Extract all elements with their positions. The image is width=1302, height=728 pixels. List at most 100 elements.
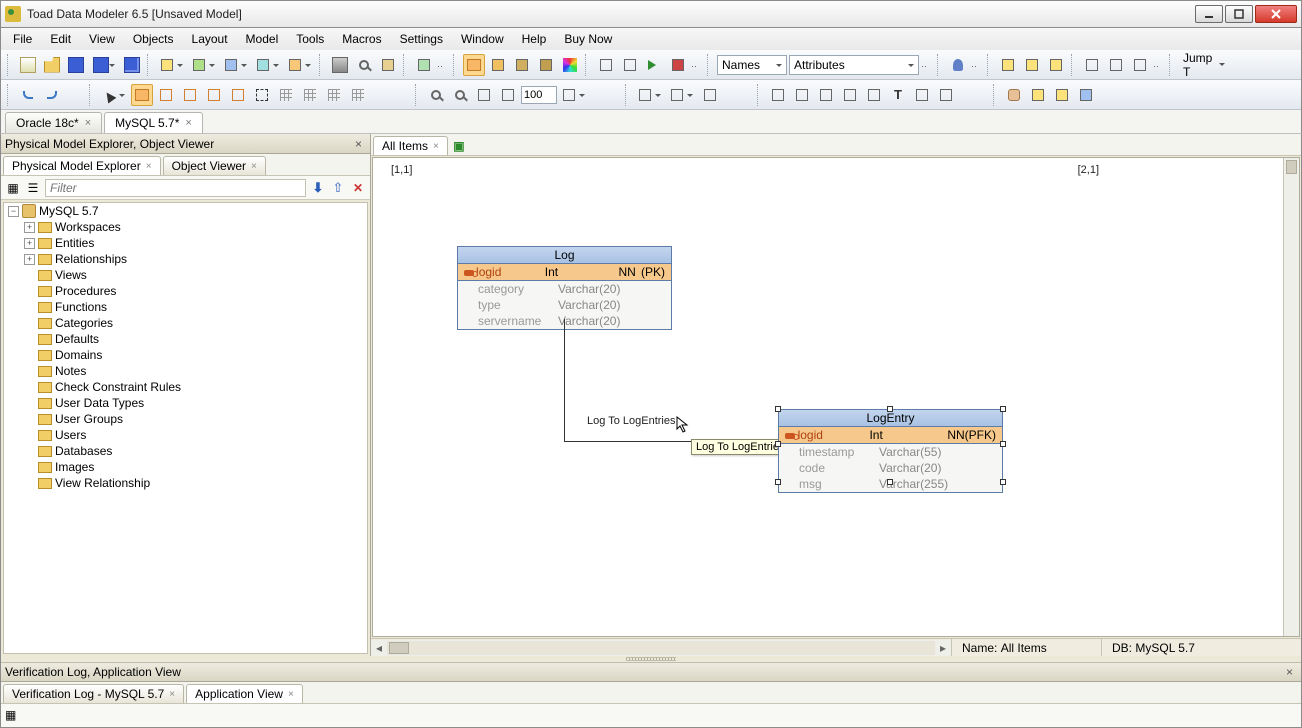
pointer-tool-icon[interactable] (99, 84, 129, 106)
tree-item[interactable]: + Entities (4, 235, 367, 251)
square3-icon[interactable] (1129, 54, 1151, 76)
overflow5-icon[interactable]: ·· (1153, 59, 1165, 71)
shape3-icon[interactable] (815, 84, 837, 106)
filter-input[interactable] (45, 179, 306, 197)
square2-icon[interactable] (1105, 54, 1127, 76)
shape7-icon[interactable] (935, 84, 957, 106)
grip2[interactable] (7, 84, 13, 106)
overflow3-icon[interactable]: ·· (921, 59, 933, 71)
tree-item[interactable]: Defaults (4, 331, 367, 347)
tab-verification-log[interactable]: Verification Log - MySQL 5.7 × (3, 684, 184, 703)
maximize-button[interactable] (1225, 5, 1253, 23)
align2-icon[interactable] (323, 84, 345, 106)
menu-model[interactable]: Model (238, 30, 287, 48)
find-icon[interactable] (353, 54, 375, 76)
win1-icon[interactable] (1027, 84, 1049, 106)
menu-window[interactable]: Window (453, 30, 512, 48)
tree-item[interactable]: Functions (4, 299, 367, 315)
link2-icon[interactable] (179, 84, 201, 106)
menu-help[interactable]: Help (514, 30, 555, 48)
resize-handle[interactable] (1000, 441, 1006, 447)
save-dropdown-icon[interactable] (89, 54, 119, 76)
jump-combo[interactable]: Jump T (1179, 55, 1229, 75)
menu-file[interactable]: File (5, 30, 40, 48)
dashsel-icon[interactable] (251, 84, 273, 106)
shape1-icon[interactable] (767, 84, 789, 106)
text-tool-icon[interactable]: T (887, 84, 909, 106)
tree-item[interactable]: + Relationships (4, 251, 367, 267)
entity-tool-icon[interactable] (463, 54, 485, 76)
tool-addblue-icon[interactable] (221, 54, 251, 76)
close-icon[interactable]: × (251, 161, 257, 172)
tree-root[interactable]: − MySQL 5.7 (4, 203, 367, 219)
align1-icon[interactable] (299, 84, 321, 106)
pan-icon[interactable] (1003, 84, 1025, 106)
tree-item[interactable]: Images (4, 459, 367, 475)
tab-model-explorer[interactable]: Physical Model Explorer × (3, 156, 161, 175)
link3-icon[interactable] (203, 84, 225, 106)
user-icon[interactable] (947, 54, 969, 76)
menu-layout[interactable]: Layout (184, 30, 236, 48)
tree-item[interactable]: Views (4, 267, 367, 283)
overflow-icon[interactable]: ·· (437, 59, 449, 71)
overflow2-icon[interactable]: ·· (691, 59, 703, 71)
resize-handle[interactable] (887, 406, 893, 412)
resize-handle[interactable] (775, 479, 781, 485)
menu-macros[interactable]: Macros (334, 30, 389, 48)
vertical-scrollbar[interactable] (1283, 158, 1299, 636)
resize-handle[interactable] (1000, 406, 1006, 412)
tool-addcyan-icon[interactable] (253, 54, 283, 76)
tree-item[interactable]: User Groups (4, 411, 367, 427)
view-tool-icon[interactable] (511, 54, 533, 76)
shape4-icon[interactable] (839, 84, 861, 106)
undo-icon[interactable] (17, 84, 39, 106)
tree-icon[interactable]: ▦ (5, 180, 21, 196)
expand-icon[interactable]: − (8, 206, 19, 217)
relation-tool-icon[interactable] (487, 54, 509, 76)
model-tab-mysql[interactable]: MySQL 5.7* × (104, 112, 203, 133)
shape2-icon[interactable] (791, 84, 813, 106)
zoom-in-icon[interactable] (425, 84, 447, 106)
layers-tool-icon[interactable] (535, 54, 557, 76)
canvas[interactable]: [1,1] [2,1] Log logid Int NN (PK) catego… (372, 157, 1300, 637)
grip[interactable] (7, 54, 13, 76)
attributes-combo[interactable]: Attributes (789, 55, 919, 75)
win3-icon[interactable] (1075, 84, 1097, 106)
tree-item[interactable]: Domains (4, 347, 367, 363)
saveall-icon[interactable] (121, 54, 143, 76)
minimize-button[interactable] (1195, 5, 1223, 23)
tree-icon[interactable]: ▦ (5, 708, 21, 724)
resize-handle[interactable] (1000, 479, 1006, 485)
model-tab-oracle[interactable]: Oracle 18c* × (5, 112, 102, 133)
overflow4-icon[interactable]: ·· (971, 59, 983, 71)
tree-item[interactable]: Check Constraint Rules (4, 379, 367, 395)
zoom-value[interactable] (521, 86, 557, 104)
tab-object-viewer[interactable]: Object Viewer × (163, 156, 266, 175)
yellow3-icon[interactable] (1045, 54, 1067, 76)
link1-icon[interactable] (155, 84, 177, 106)
list-icon[interactable]: ☰ (25, 180, 41, 196)
zoom-drop-icon[interactable] (559, 84, 589, 106)
tree-item[interactable]: Notes (4, 363, 367, 379)
close-button[interactable] (1255, 5, 1297, 23)
win2-icon[interactable] (1051, 84, 1073, 106)
step-over-icon[interactable] (619, 54, 641, 76)
color-tool-icon[interactable] (559, 54, 581, 76)
tree-item[interactable]: + Workspaces (4, 219, 367, 235)
names-combo[interactable]: Names (717, 55, 787, 75)
rel-vline[interactable] (564, 319, 565, 441)
close-icon[interactable]: × (169, 689, 175, 700)
yellow1-icon[interactable] (997, 54, 1019, 76)
print-icon[interactable] (329, 54, 351, 76)
menu-edit[interactable]: Edit (42, 30, 79, 48)
select-tool-icon[interactable] (131, 84, 153, 106)
grid-icon[interactable] (275, 84, 297, 106)
nav-up-icon[interactable]: ⇧ (330, 180, 346, 196)
tab-all-items[interactable]: All Items × (373, 136, 448, 155)
close-icon[interactable]: × (351, 137, 366, 151)
step-in-icon[interactable] (595, 54, 617, 76)
tool-addorange-icon[interactable] (285, 54, 315, 76)
close-icon[interactable]: × (85, 117, 91, 129)
zoom-region-icon[interactable] (497, 84, 519, 106)
space-icon[interactable] (699, 84, 721, 106)
